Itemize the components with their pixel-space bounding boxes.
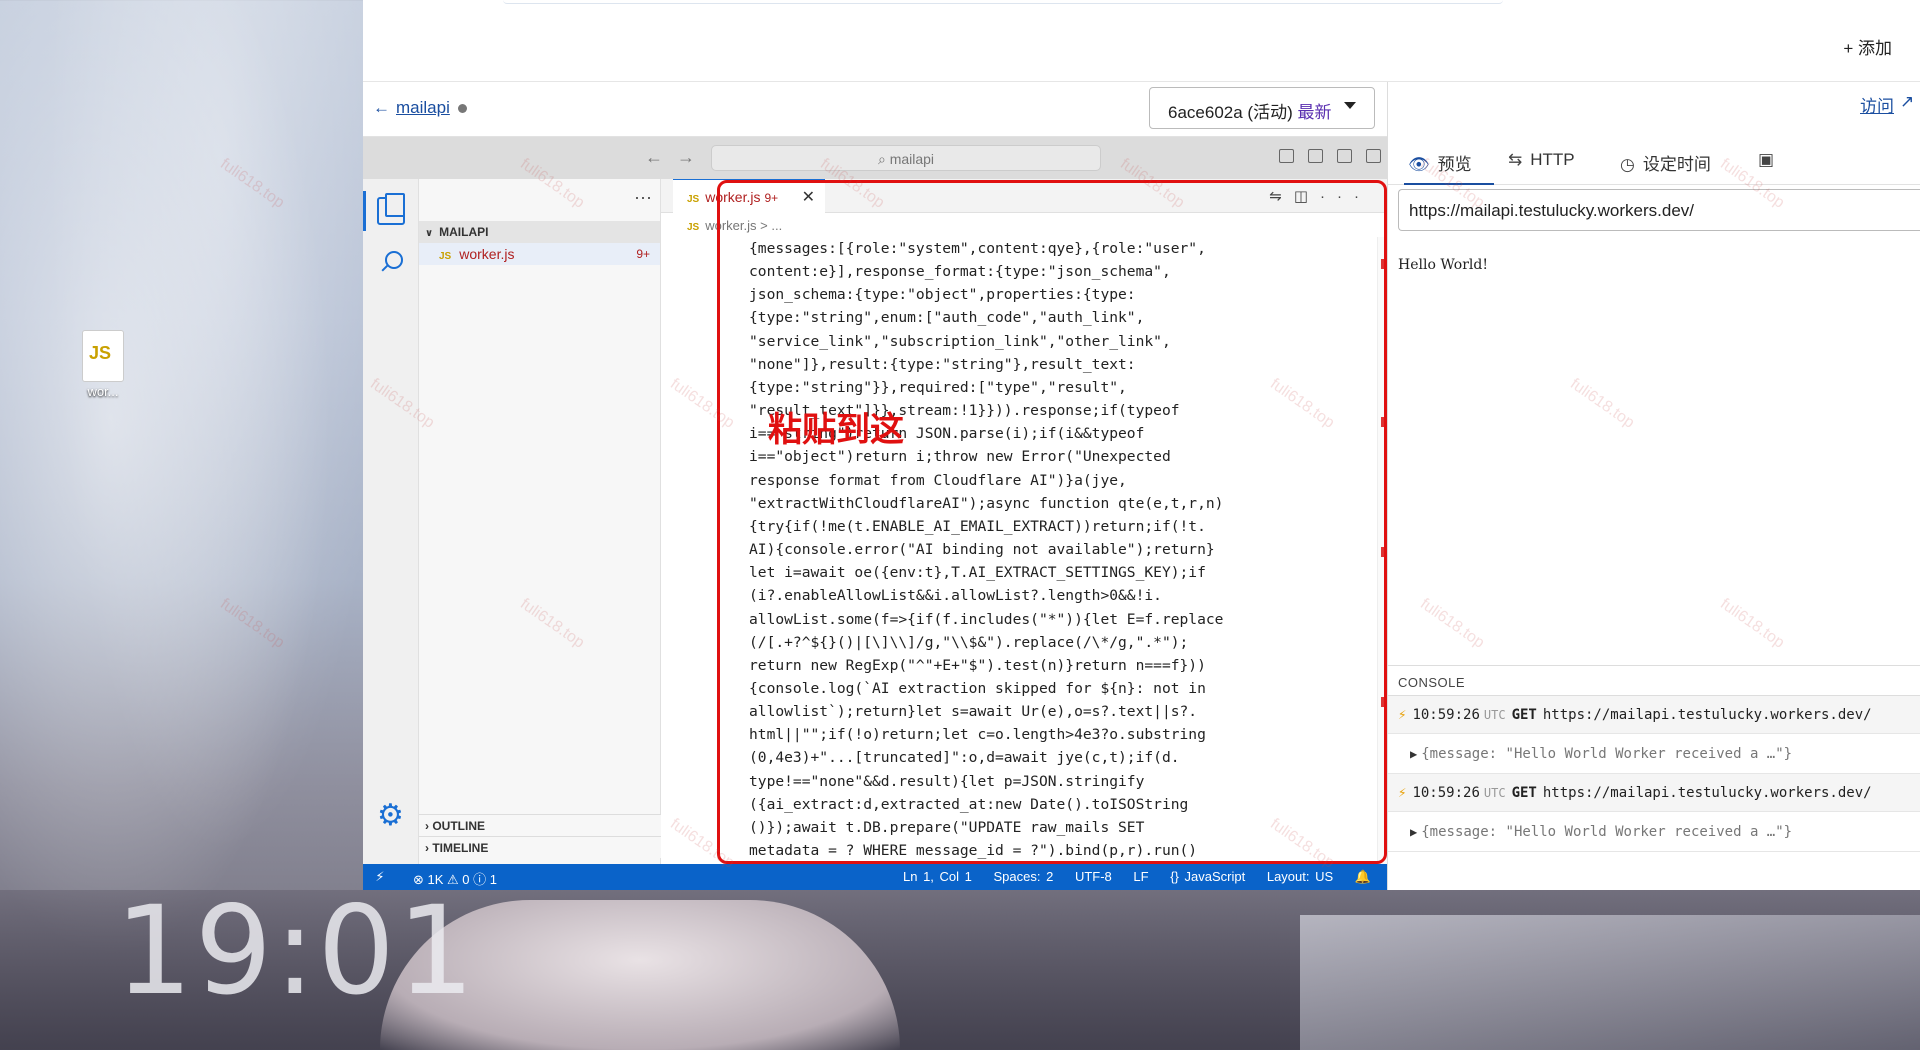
- tab-schedule[interactable]: ◷ 设定时间: [1620, 137, 1711, 185]
- project-bar: ← mailapi 6ace602a (活动) 最新: [363, 82, 1387, 137]
- gear-icon[interactable]: [377, 798, 405, 833]
- chevron-down-icon: ∨: [425, 228, 434, 239]
- js-file-icon: JS: [82, 330, 124, 382]
- expand-triangle-icon[interactable]: ▶: [1410, 747, 1417, 761]
- log-entry[interactable]: ⚡ 10:59:26 UTC GET https://mailapi.testuluck…: [1388, 696, 1920, 734]
- file-worker-js[interactable]: JS worker.js 9+: [419, 243, 660, 265]
- problem-badge: 9+: [636, 247, 650, 261]
- status-bar: ⚡ ⊗ 1K ⚠ 0 ⓘ 1 Ln 1, Col 1 Spaces: 2 UTF…: [363, 864, 1387, 890]
- layout-controls: [1265, 149, 1381, 167]
- title-bar: ←→ ⌕ mailapi: [363, 137, 1387, 179]
- outline-section[interactable]: › OUTLINE: [419, 814, 661, 836]
- more-actions-icon[interactable]: ···: [634, 187, 652, 208]
- add-button[interactable]: + 添加: [1843, 34, 1892, 59]
- timeline-section[interactable]: › TIMELINE: [419, 836, 661, 858]
- explorer-icon[interactable]: [377, 193, 405, 225]
- top-strip: + 添加: [363, 0, 1920, 82]
- clock-icon: ◷: [1620, 155, 1635, 174]
- tab-terminal[interactable]: ▣: [1758, 137, 1782, 185]
- wallpaper-character-right: [1300, 915, 1920, 1050]
- desktop-file-icon[interactable]: JS wor...: [68, 330, 138, 399]
- version-latest: 最新: [1297, 103, 1332, 122]
- back-link[interactable]: ← mailapi: [373, 98, 467, 118]
- log-message[interactable]: ▶ {message: "Hello World Worker received …: [1388, 812, 1920, 852]
- customize-layout-icon[interactable]: [1279, 149, 1294, 163]
- paste-here-annotation: 粘贴到这: [768, 410, 904, 450]
- forward-icon[interactable]: →: [677, 147, 709, 167]
- desktop-file-label: wor...: [87, 384, 119, 399]
- console-panel: CONSOLE ⚡ 10:59:26 UTC GET https://mailapi.t…: [1388, 665, 1920, 890]
- problems-status[interactable]: ⊗ 1K ⚠ 0 ⓘ 1: [413, 869, 497, 888]
- log-message[interactable]: ▶ {message: "Hello World Worker received …: [1388, 734, 1920, 774]
- folder-mailapi[interactable]: ∨ MAILAPI: [419, 221, 660, 243]
- remote-icon[interactable]: ⚡: [363, 864, 397, 890]
- encoding[interactable]: UTF-8: [1075, 869, 1112, 884]
- visit-link[interactable]: 访问: [1860, 92, 1894, 117]
- toggle-secondary-sidebar-icon[interactable]: [1366, 149, 1381, 163]
- terminal-icon: ▣: [1758, 150, 1775, 169]
- js-file-icon: JS: [687, 194, 700, 205]
- version-select[interactable]: 6ace602a (活动) 最新: [1149, 87, 1375, 129]
- command-search-input[interactable]: ⌕ mailapi: [711, 145, 1101, 171]
- preview-output: Hello World!: [1398, 257, 1488, 273]
- js-file-icon: JS: [687, 222, 700, 233]
- unsaved-dot-icon: [457, 104, 467, 114]
- bolt-icon: ⚡: [1398, 785, 1407, 801]
- desktop-clock: 19:01: [115, 880, 477, 1022]
- language-mode[interactable]: {} JavaScript: [1170, 869, 1245, 884]
- expand-triangle-icon[interactable]: ▶: [1410, 825, 1417, 839]
- top-input-edge: [503, 0, 1503, 4]
- version-id: 6ace602a: [1168, 103, 1243, 122]
- status-right: Ln 1, Col 1 Spaces: 2 UTF-8 LF {} JavaSc…: [903, 869, 1387, 885]
- js-file-icon: JS: [439, 251, 452, 262]
- activity-bar: [363, 179, 419, 864]
- log-entry[interactable]: ⚡ 10:59:26 UTC GET https://mailapi.testuluck…: [1388, 774, 1920, 812]
- back-arrow-icon: ←: [373, 98, 390, 117]
- keyboard-layout[interactable]: Layout: US: [1267, 869, 1333, 884]
- swap-icon: ⇆: [1508, 150, 1523, 169]
- chevron-down-icon: [1344, 102, 1356, 109]
- tab-http[interactable]: ⇆ HTTP: [1508, 137, 1575, 185]
- console-title: CONSOLE: [1388, 666, 1920, 696]
- end-of-line[interactable]: LF: [1133, 869, 1148, 884]
- highlight-box: [717, 180, 1387, 864]
- toggle-sidebar-icon[interactable]: [1308, 149, 1323, 163]
- active-indicator: [363, 191, 366, 231]
- version-status: (活动): [1247, 103, 1293, 122]
- external-link-icon[interactable]: ↗: [1900, 92, 1914, 112]
- preview-tabs: 👁 预览 ⇆ HTTP ◷ 设定时间 ▣: [1388, 137, 1920, 185]
- nav-arrows[interactable]: ←→: [645, 147, 709, 168]
- project-name: mailapi: [396, 98, 450, 117]
- cursor-position[interactable]: Ln 1, Col 1: [903, 869, 972, 884]
- back-icon[interactable]: ←: [645, 147, 677, 167]
- bell-icon[interactable]: 🔔: [1355, 869, 1371, 884]
- bolt-icon: ⚡: [1398, 707, 1407, 723]
- indentation[interactable]: Spaces: 2: [994, 869, 1054, 884]
- toggle-panel-icon[interactable]: [1337, 149, 1352, 163]
- explorer-sidebar: ··· ∨ MAILAPI JS worker.js 9+ › OUTLINE › T…: [419, 179, 661, 864]
- search-icon[interactable]: [377, 249, 405, 277]
